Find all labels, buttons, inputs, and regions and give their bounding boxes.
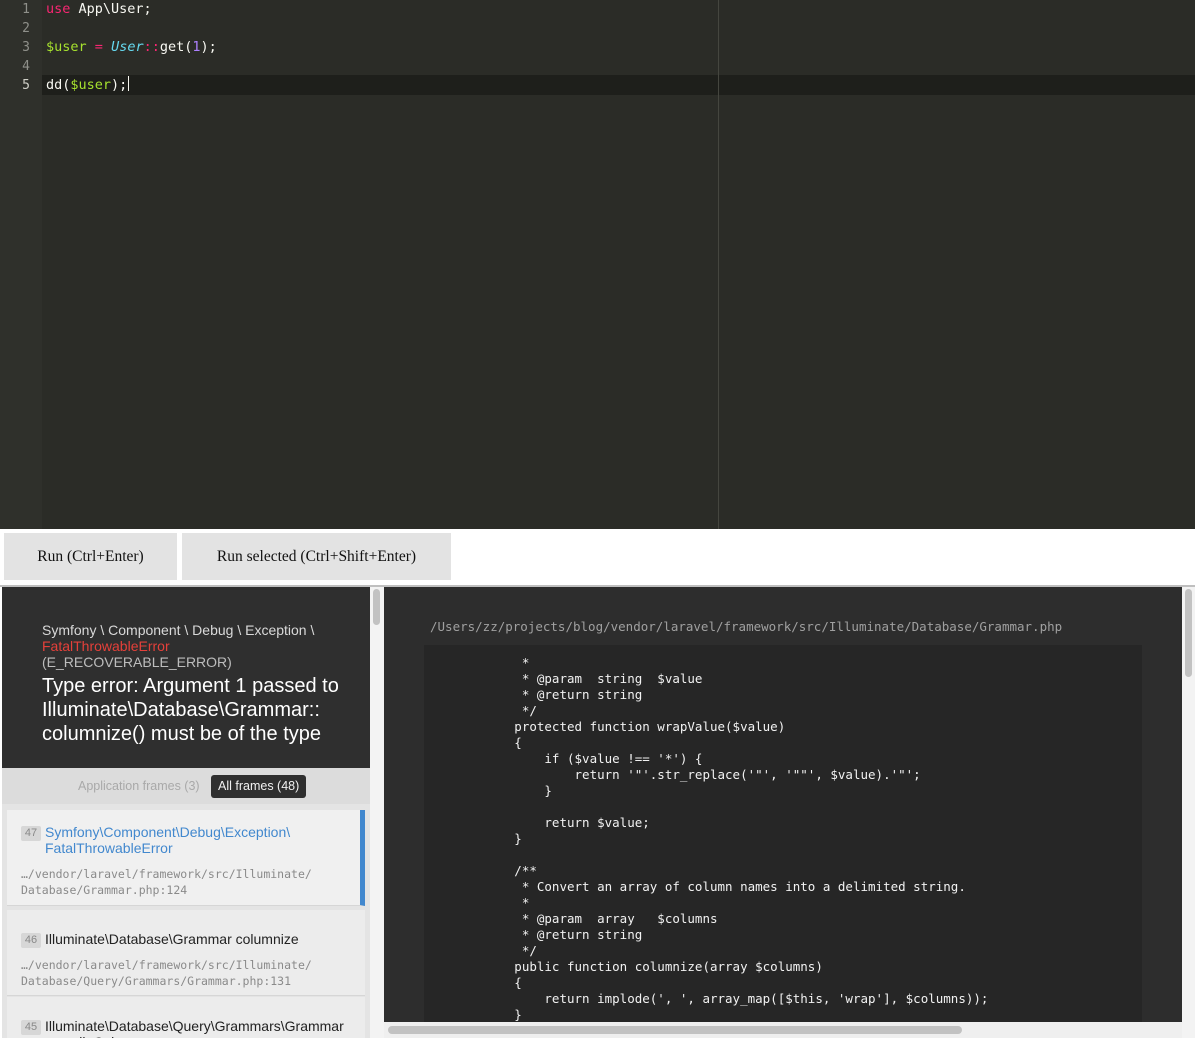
frame-file: …/vendor/laravel/framework/src/Illuminat… [21, 958, 312, 988]
application-frames-tab[interactable]: Application frames (3) [78, 779, 200, 793]
frame-index: 45 [21, 1020, 41, 1035]
code-token: User [111, 39, 144, 55]
frame-class: Illuminate\Database\Grammar columnize [45, 931, 299, 947]
line-number: 1 [22, 2, 30, 17]
source-line: return '"'.str_replace('"', '""', $value… [424, 767, 921, 782]
code-token: ); [200, 39, 217, 55]
exception-panel: Symfony \ Component \ Debug \ Exception … [2, 587, 370, 1038]
code-token: $user [70, 77, 112, 93]
source-line: } [424, 783, 552, 798]
source-line: } [424, 1007, 522, 1022]
run-selected-button[interactable]: Run selected (Ctrl+Shift+Enter) [182, 533, 451, 580]
source-line: protected function wrapValue($value) [424, 719, 786, 734]
line-number-gutter: 1 2 3 4 5 [0, 0, 42, 529]
exception-code: (E_RECOVERABLE_ERROR) [42, 654, 232, 670]
code-token: ); [111, 77, 128, 93]
frame-index: 47 [21, 826, 41, 841]
code-line: use App\User; [46, 0, 152, 19]
source-line: if ($value !== '*') { [424, 751, 703, 766]
source-line: return implode(', ', array_map([$this, '… [424, 991, 989, 1006]
code-editor[interactable]: 12345 use App\User; $user = User::get(1);… [0, 0, 1195, 529]
all-frames-tab[interactable]: All frames (48) [211, 775, 307, 798]
source-line: */ [424, 703, 537, 718]
line-number: 5 [22, 78, 30, 93]
right-scrollbar[interactable] [1182, 587, 1195, 1038]
frame-index: 46 [21, 933, 41, 948]
code-token: = [94, 39, 103, 55]
source-line: * Convert an array of column names into … [424, 879, 966, 894]
code-line: dd($user); [46, 76, 130, 95]
exception-header: Symfony \ Component \ Debug \ Exception … [2, 587, 370, 768]
source-line: * [424, 895, 530, 910]
source-file-path: /Users/zz/projects/blog/vendor/laravel/f… [430, 619, 1063, 634]
frame-file: …/vendor/laravel/framework/src/Illuminat… [21, 867, 312, 897]
text-cursor [128, 76, 130, 91]
source-line: } [424, 831, 522, 846]
frame-class: Symfony\Component\Debug\Exception\ Fatal… [45, 824, 291, 856]
code-token: use [46, 1, 71, 17]
active-line-highlight [0, 75, 1195, 95]
horizontal-scroll-thumb[interactable] [388, 1026, 962, 1034]
print-margin [718, 0, 719, 529]
horizontal-scrollbar[interactable] [384, 1022, 1182, 1038]
source-code: * * @param string $value * @return strin… [424, 655, 988, 1023]
source-line [424, 799, 988, 815]
source-line [424, 847, 988, 863]
frames-list: 47 Symfony\Component\Debug\Exception\ Fa… [2, 804, 370, 1038]
source-line: { [424, 975, 522, 990]
code-line: $user = User::get(1); [46, 38, 217, 57]
source-line: return $value; [424, 815, 650, 830]
frame-class: Illuminate\Database\Query\Grammars\Gramm… [45, 1018, 344, 1038]
frame-filter: Application frames (3) All frames (48) [2, 768, 370, 804]
frame-item[interactable]: 46 Illuminate\Database\Grammar columnize… [7, 910, 365, 996]
source-line: * @return string [424, 687, 643, 702]
source-line: * @param array $columns [424, 911, 718, 926]
code-token: $user [46, 39, 87, 55]
source-line: */ [424, 943, 537, 958]
source-line: * [424, 655, 530, 670]
line-number: 2 [22, 21, 30, 36]
code-token: :: [143, 39, 160, 55]
source-line: { [424, 735, 522, 750]
left-scroll-thumb[interactable] [373, 589, 380, 625]
source-panel: /Users/zz/projects/blog/vendor/laravel/f… [384, 587, 1182, 1038]
exception-namespace: Symfony \ Component \ Debug \ Exception … [42, 622, 315, 638]
code-token: App\User; [70, 1, 152, 17]
left-scrollbar[interactable] [370, 587, 384, 1038]
right-scroll-thumb[interactable] [1185, 589, 1192, 677]
line-number: 3 [22, 40, 30, 55]
source-code-box: * * @param string $value * @return strin… [424, 645, 1142, 1038]
line-number: 4 [22, 59, 30, 74]
code-token: get( [159, 39, 193, 55]
source-line: /** [424, 863, 537, 878]
source-line: public function columnize(array $columns… [424, 959, 823, 974]
code-token: dd( [46, 77, 71, 93]
code-token: 1 [192, 39, 201, 55]
frame-item[interactable]: 45 Illuminate\Database\Query\Grammars\Gr… [7, 997, 365, 1038]
source-line: * @return string [424, 927, 643, 942]
run-button[interactable]: Run (Ctrl+Enter) [4, 533, 177, 580]
exception-class: FatalThrowableError [42, 638, 170, 654]
frame-item[interactable]: 47 Symfony\Component\Debug\Exception\ Fa… [7, 810, 365, 906]
exception-message: Type error: Argument 1 passed to Illumin… [42, 675, 339, 745]
source-line: * @param string $value [424, 671, 703, 686]
